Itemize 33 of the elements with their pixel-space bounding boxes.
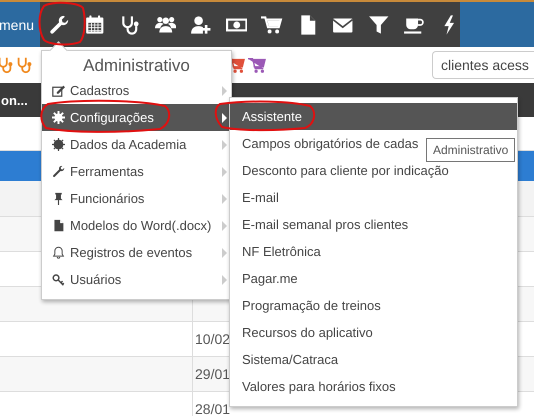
section-title: on...	[1, 92, 28, 108]
menu-item[interactable]: Assistente	[230, 103, 517, 130]
user-plus-icon[interactable]	[190, 14, 212, 36]
pencil-icon	[52, 84, 65, 97]
key-icon	[52, 273, 65, 286]
menu-item[interactable]: Campos obrigatórios de cadas	[230, 130, 424, 157]
menu-item[interactable]: Pagar.me	[230, 265, 304, 292]
menu-item[interactable]: Valores para horários fixos	[230, 373, 402, 400]
search-field[interactable]: clientes acess	[432, 51, 534, 79]
menu-item[interactable]: NF Eletrônica	[230, 238, 327, 265]
menu-item[interactable]: E-mail	[230, 184, 285, 211]
stethoscope-icon[interactable]	[119, 14, 140, 36]
date-cell: 28/01	[195, 401, 230, 416]
bell-icon	[52, 246, 65, 259]
wrench-icon[interactable]	[48, 14, 70, 36]
menu-item[interactable]: Sistema/Catraca	[230, 346, 344, 373]
date-cell: 29/01	[195, 366, 230, 382]
badge-icon	[52, 138, 65, 151]
calendar-icon[interactable]	[84, 14, 105, 36]
gear-icon	[52, 111, 65, 124]
cart-icon[interactable]	[261, 14, 282, 36]
date-cell: 10/02	[195, 331, 230, 347]
filter-icon[interactable]	[368, 14, 389, 36]
pin-icon	[52, 192, 65, 205]
wrench-icon	[52, 165, 65, 178]
file-icon	[52, 219, 65, 232]
menu-title: Administrativo	[82, 56, 191, 76]
menu-item[interactable]: Recursos do aplicativo	[230, 319, 379, 346]
menu-item[interactable]: Cadastros	[42, 77, 231, 104]
menu-item[interactable]: Configurações	[42, 104, 231, 131]
tooltip: Administrativo	[426, 138, 516, 162]
cart-icon[interactable]	[248, 56, 266, 74]
menu-item[interactable]: E-mail semanal pros clientes	[230, 211, 414, 238]
